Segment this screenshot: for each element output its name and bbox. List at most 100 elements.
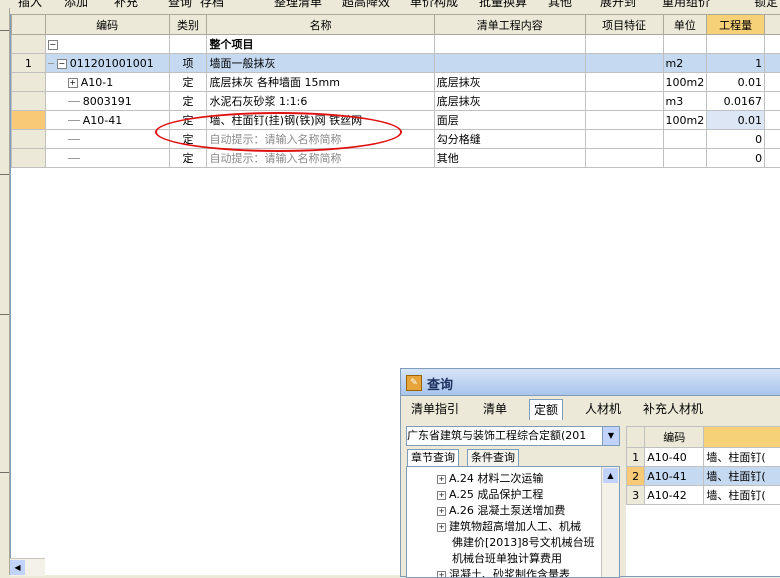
qty-cell[interactable]: 1 (707, 54, 765, 73)
unit-price-button[interactable]: 单价构成 (410, 0, 458, 8)
corner-cell[interactable] (12, 15, 46, 35)
table-row[interactable]: 3 A10-42 墙、柱面钉( (627, 486, 780, 505)
code-cell[interactable]: A10-40 (645, 448, 704, 467)
tab-quota[interactable]: 定额 (529, 399, 563, 420)
reuse-price-button[interactable]: 重用组价 (662, 0, 710, 8)
name-hint-cell[interactable]: 自动提示：请输入名称简称 (207, 149, 434, 168)
expand-icon[interactable]: + (437, 475, 446, 484)
name-cell[interactable]: 墙、柱面钉( (704, 486, 780, 505)
qty-cell[interactable]: 0.0167 (707, 92, 765, 111)
code-cell[interactable]: A10-42 (645, 486, 704, 505)
table-row[interactable]: 定 自动提示：请输入名称简称 勾分格缝 0 (12, 130, 780, 149)
tree-item[interactable]: +A.26 混凝土泵送增加费 (437, 503, 565, 519)
expand-to-button[interactable]: 展开到 (600, 0, 636, 8)
result-col-code[interactable]: 编码 (645, 427, 704, 448)
left-splitter[interactable] (0, 8, 10, 575)
col-type[interactable]: 类别 (169, 15, 207, 35)
supplement-button[interactable]: 补充 (114, 0, 138, 8)
unit-cell[interactable]: 100m2 (663, 111, 707, 130)
tree-item[interactable]: +混凝土、砂浆制作含量表 (437, 567, 570, 578)
quota-library-select[interactable]: 广东省建筑与装饰工程综合定额(201 ▼ (406, 426, 620, 446)
expand-icon[interactable]: + (68, 78, 78, 88)
expand-icon[interactable]: + (437, 571, 446, 578)
collapse-icon[interactable]: − (48, 40, 58, 50)
type-cell[interactable]: 定 (169, 92, 207, 111)
tab-bill-guide[interactable]: 清单指引 (407, 399, 463, 419)
tab-supplement-labor-material[interactable]: 补充人材机 (639, 399, 707, 419)
horizontal-scrollbar[interactable]: ◀ (10, 558, 45, 576)
subtab-chapter-query[interactable]: 章节查询 (407, 449, 459, 466)
tree-item[interactable]: 佛建价[2013]8号文机械台班 (452, 535, 595, 551)
qty-cell[interactable]: 0.01 (707, 111, 765, 130)
subtab-condition-query[interactable]: 条件查询 (467, 449, 519, 466)
expand-icon[interactable]: + (437, 523, 446, 532)
unit-cell[interactable]: m2 (663, 54, 707, 73)
tree-scrollbar[interactable]: ▲ (601, 467, 619, 577)
add-button[interactable]: 添加 (64, 0, 88, 8)
code-cell[interactable] (45, 149, 169, 168)
content-cell[interactable]: 其他 (434, 149, 585, 168)
type-cell[interactable]: 定 (169, 130, 207, 149)
panel-title-bar[interactable]: ✎ 查询 (401, 369, 780, 396)
col-qty[interactable]: 工程量 (707, 15, 765, 35)
feature-cell[interactable] (585, 35, 663, 54)
table-row[interactable]: 2 A10-41 墙、柱面钉( (627, 467, 780, 486)
tree-item[interactable]: 机械台班单独计算费用 (452, 551, 562, 567)
insert-button[interactable]: 插入 (18, 0, 42, 8)
table-row[interactable]: 1 −011201001001 项 墙面一般抹灰 m2 1 (12, 54, 780, 73)
feature-cell[interactable] (585, 54, 663, 73)
feature-cell[interactable] (585, 130, 663, 149)
content-cell[interactable]: 底层抹灰 (434, 73, 585, 92)
code-cell[interactable]: +A10-1 (45, 73, 169, 92)
type-cell[interactable]: 项 (169, 54, 207, 73)
table-row[interactable]: 1 A10-40 墙、柱面钉( (627, 448, 780, 467)
col-code[interactable]: 编码 (45, 15, 169, 35)
unit-cell[interactable]: m3 (663, 92, 707, 111)
scroll-up-icon[interactable]: ▲ (603, 468, 618, 483)
table-row[interactable]: 8003191 定 水泥石灰砂浆 1:1:6 底层抹灰 m3 0.0167 (12, 92, 780, 111)
qty-cell[interactable]: 0 (707, 149, 765, 168)
collapse-icon[interactable]: − (57, 59, 67, 69)
name-cell[interactable]: 水泥石灰砂浆 1:1:6 (207, 92, 434, 111)
type-cell[interactable]: 定 (169, 73, 207, 92)
qty-cell[interactable] (707, 35, 765, 54)
batch-convert-button[interactable]: 批量换算 (479, 0, 527, 8)
table-row[interactable]: A10-41 定 墙、柱面钉(挂)钢(铁)网 铁丝网 面层 100m2 0.01 (12, 111, 780, 130)
expand-icon[interactable]: + (437, 507, 446, 516)
unit-cell[interactable] (663, 35, 707, 54)
tab-labor-material[interactable]: 人材机 (581, 399, 625, 419)
content-cell[interactable]: 底层抹灰 (434, 92, 585, 111)
type-cell[interactable]: 定 (169, 149, 207, 168)
code-cell[interactable] (45, 130, 169, 149)
chevron-down-icon[interactable]: ▼ (602, 427, 619, 445)
table-row[interactable]: 定 自动提示：请输入名称简称 其他 0 (12, 149, 780, 168)
col-content[interactable]: 清单工程内容 (434, 15, 585, 35)
expand-icon[interactable]: + (437, 491, 446, 500)
content-cell[interactable] (434, 54, 585, 73)
code-cell[interactable]: A10-41 (45, 111, 169, 130)
result-col-name[interactable] (704, 427, 780, 448)
height-efficiency-button[interactable]: 超高降效 (342, 0, 390, 8)
col-feature[interactable]: 项目特征 (585, 15, 663, 35)
code-cell[interactable]: 8003191 (45, 92, 169, 111)
unit-cell[interactable] (663, 149, 707, 168)
name-cell[interactable]: 墙、柱面钉(挂)钢(铁)网 铁丝网 (207, 111, 434, 130)
other-button[interactable]: 其他 (548, 0, 572, 8)
table-row[interactable]: − 整个项目 (12, 35, 780, 54)
name-cell[interactable]: 墙面一般抹灰 (207, 54, 434, 73)
feature-cell[interactable] (585, 92, 663, 111)
content-cell[interactable]: 勾分格缝 (434, 130, 585, 149)
archive-button[interactable]: 存档 (200, 0, 224, 8)
tree-item[interactable]: +A.25 成品保护工程 (437, 487, 543, 503)
name-cell[interactable]: 墙、柱面钉( (704, 467, 780, 486)
query-button[interactable]: 查询 (168, 0, 192, 8)
col-unit[interactable]: 单位 (663, 15, 707, 35)
qty-cell[interactable]: 0.01 (707, 73, 765, 92)
unit-cell[interactable] (663, 130, 707, 149)
tree-item[interactable]: +A.24 材料二次运输 (437, 471, 543, 487)
lock-button[interactable]: 锁定 (754, 0, 778, 8)
type-cell[interactable]: 定 (169, 111, 207, 130)
name-cell[interactable]: 底层抹灰 各种墙面 15mm (207, 73, 434, 92)
name-cell[interactable]: 墙、柱面钉( (704, 448, 780, 467)
tab-bill[interactable]: 清单 (479, 399, 511, 419)
